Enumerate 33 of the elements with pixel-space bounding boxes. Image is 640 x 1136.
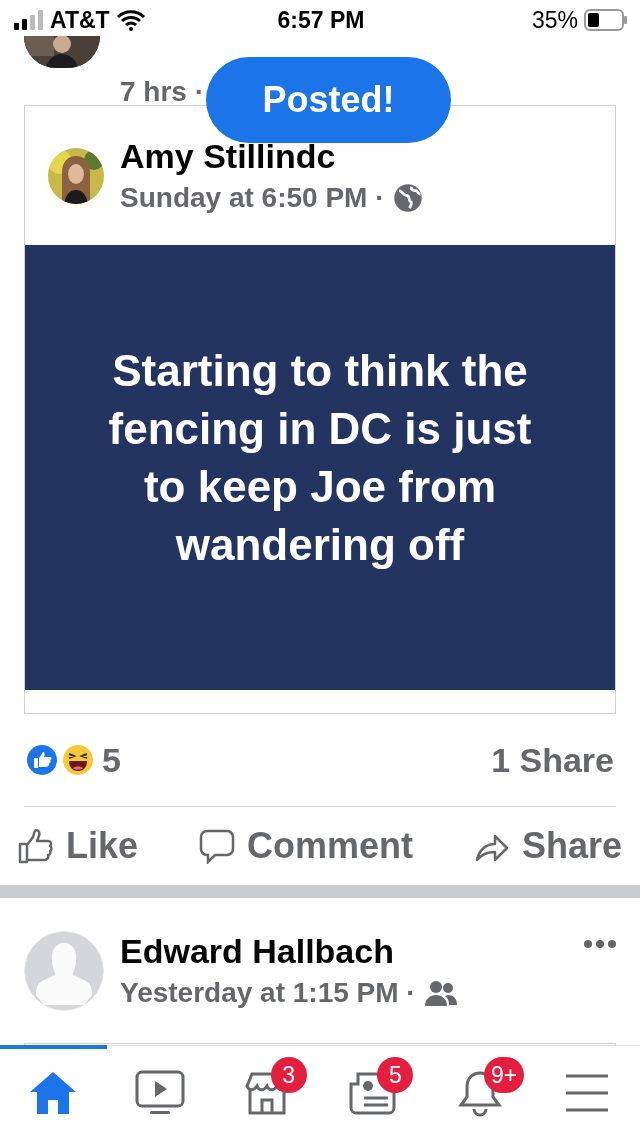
laughing-face-icon bbox=[62, 744, 94, 776]
wifi-icon bbox=[115, 9, 146, 31]
post-time: Sunday at 6:50 PM · bbox=[120, 182, 385, 214]
posted-toast: Posted! bbox=[206, 57, 451, 143]
menu-icon bbox=[563, 1072, 610, 1113]
nav-tab[interactable]: 3 bbox=[213, 1045, 320, 1136]
nav-tab[interactable]: 5 bbox=[320, 1045, 427, 1136]
share-button[interactable]: Share bbox=[473, 825, 622, 867]
like-button[interactable]: Like bbox=[18, 825, 139, 867]
video-icon bbox=[135, 1069, 185, 1116]
default-avatar-icon bbox=[24, 930, 104, 1011]
post-text: Starting to think the fencing in DC is just to keep Joe from wandering off bbox=[107, 344, 533, 571]
reaction-count[interactable]: 5 bbox=[102, 740, 121, 780]
comment-button[interactable]: Comment bbox=[199, 825, 413, 867]
signal-icon bbox=[14, 10, 44, 30]
carrier-name: AT&T bbox=[50, 6, 110, 34]
notification-badge: 3 bbox=[270, 1057, 307, 1093]
friends-icon bbox=[423, 979, 458, 1007]
like-reaction-icon bbox=[26, 744, 58, 776]
speech-bubble-icon bbox=[199, 828, 235, 864]
battery-icon bbox=[584, 9, 628, 31]
notification-badge: 9+ bbox=[484, 1057, 525, 1093]
battery-percent: 35% bbox=[531, 6, 578, 34]
post-time: 7 hrs · bbox=[120, 76, 205, 108]
post-time: Yesterday at 1:15 PM · bbox=[120, 977, 416, 1009]
author-name[interactable]: Edward Hallbach bbox=[120, 932, 458, 971]
share-count[interactable]: 1 Share bbox=[491, 740, 614, 780]
thumbs-up-icon bbox=[18, 828, 54, 864]
nav-tab[interactable]: 9+ bbox=[426, 1045, 534, 1136]
notification-badge: 5 bbox=[377, 1057, 414, 1093]
globe-icon bbox=[392, 183, 423, 213]
more-options-icon[interactable] bbox=[584, 940, 616, 948]
clock-time: 6:57 PM bbox=[277, 6, 365, 34]
